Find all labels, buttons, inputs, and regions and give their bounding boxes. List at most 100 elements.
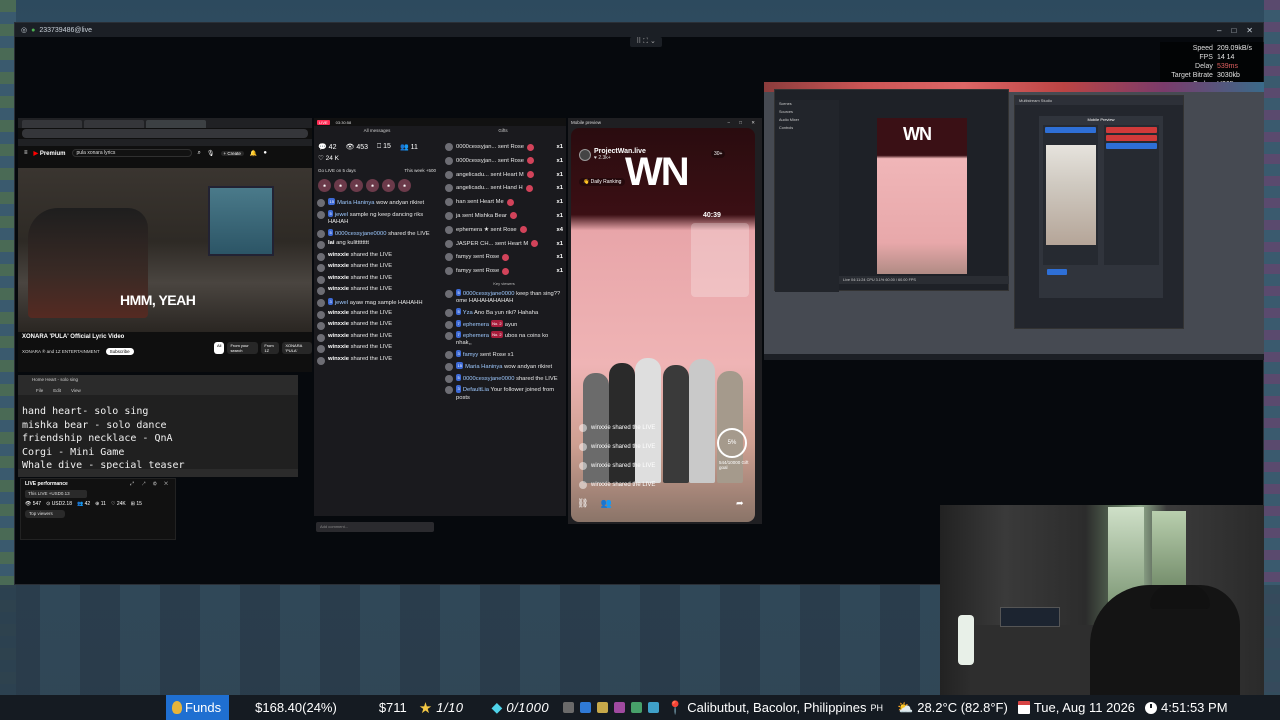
gift-event[interactable]: ephemera ★ sent Rose x4	[445, 225, 563, 234]
browser-tab-active[interactable]	[146, 120, 206, 128]
chip-from-search[interactable]: From your search	[227, 342, 259, 354]
chat-username[interactable]: ephemera	[463, 333, 489, 339]
chat-username[interactable]: 0000cessyjane0000	[463, 376, 515, 382]
chat-username[interactable]: jewel	[335, 212, 348, 218]
chat-username[interactable]: winxxie	[328, 333, 349, 339]
gifts-header[interactable]: Gifts	[440, 128, 566, 133]
tray-icon[interactable]	[580, 702, 592, 713]
action-button[interactable]	[1106, 127, 1157, 133]
chat-message[interactable]: 5 0000cessyjane0000 shared the LIVE	[445, 373, 563, 383]
gift-icon[interactable]: ❀	[382, 179, 395, 192]
chat-message[interactable]: 3 famyy sent Rose x1	[445, 350, 563, 360]
chat-username[interactable]: winxxie	[328, 286, 349, 292]
chat-message[interactable]: winxxie shared the LIVE	[317, 310, 437, 319]
chat-message[interactable]: winxxie shared the LIVE	[317, 333, 437, 342]
chat-username[interactable]: Maria Haninya	[465, 364, 502, 370]
chat-username[interactable]: winxxie	[328, 321, 349, 327]
obs-sidebar-item[interactable]: Controls	[775, 124, 839, 132]
obs-sidebar-item[interactable]: Scenes	[775, 100, 839, 108]
chat-message[interactable]: 3 DefaultLia Your follower joined from p…	[445, 385, 563, 401]
chat-message[interactable]: 15 Maria Haninya wow andyan rikiret	[317, 198, 437, 207]
avatar[interactable]: ●	[263, 150, 267, 156]
menu-file[interactable]: File	[36, 388, 43, 393]
browser-tab[interactable]	[84, 120, 144, 128]
browser-tab[interactable]	[22, 120, 82, 128]
minimize-button[interactable]: –	[1217, 26, 1221, 35]
tray-icon[interactable]	[614, 702, 626, 713]
viewer-count-badge[interactable]: 30+	[711, 150, 726, 158]
remote-toolbar[interactable]: ⠿ ⛶ ⌄	[630, 37, 662, 47]
menu-view[interactable]: View	[71, 388, 81, 393]
link-icon[interactable]: ⛓	[577, 498, 588, 509]
chat-username[interactable]: famyy	[463, 352, 478, 358]
close-button[interactable]: ✕	[1246, 26, 1253, 35]
chat-message[interactable]: winxxie shared the LIVE	[317, 286, 437, 296]
share-icon[interactable]: ➦	[736, 498, 744, 509]
chat-message[interactable]: 5 jewel sample ng keep dancing riks HAHA…	[317, 209, 437, 226]
action-button[interactable]	[1106, 135, 1157, 141]
obs-sidebar-item[interactable]: Sources	[775, 108, 839, 116]
chat-message[interactable]: 5 0000cessyjane0000 keep than sing?? ome…	[445, 288, 563, 305]
chat-username[interactable]: winxxie	[328, 356, 349, 362]
chat-username[interactable]: jewel	[335, 300, 348, 306]
chat-message[interactable]: 3 jewel ayaw mag sample HAHAHH	[317, 297, 437, 307]
top-viewers-tab[interactable]: Top viewers	[25, 510, 65, 518]
youtube-logo[interactable]: ▶ Premium	[34, 150, 66, 157]
daily-ranking-badge[interactable]: 👋 Daily Ranking	[579, 178, 626, 186]
tray-icon[interactable]	[631, 702, 643, 713]
gift-event[interactable]: famyy sent Rose x1	[445, 267, 563, 276]
channel-name[interactable]: XONARA ® and 1Z ENTERTAINMENT	[22, 349, 100, 354]
gift-event[interactable]: 0000cessyjan... sent Rose x1	[445, 143, 563, 151]
tray-icon[interactable]	[597, 702, 609, 713]
panel-controls[interactable]: ⤢ ↗ ⚙ ✕	[130, 479, 175, 489]
chat-username[interactable]: winxxie	[328, 310, 349, 316]
chat-message[interactable]: 5 0000cessyjane0000 shared the LIVE	[317, 228, 437, 238]
action-button[interactable]	[1045, 127, 1096, 133]
notepad-text-area[interactable]: hand heart- solo sing mishka bear - solo…	[18, 395, 298, 473]
gift-event[interactable]: angelicadu... sent Hand H x1	[445, 184, 563, 193]
youtube-search-input[interactable]: pula xonara lyrics	[71, 149, 192, 157]
subscribe-button[interactable]: Subscribe	[105, 348, 134, 355]
chip-from-channel[interactable]: From 1Z	[261, 342, 280, 354]
youtube-video-player[interactable]: HMM, YEAH	[18, 168, 312, 332]
action-button[interactable]	[1106, 143, 1157, 149]
mic-icon[interactable]: 🎙	[207, 150, 215, 157]
chip-related[interactable]: XONARA 'PULA'	[282, 342, 312, 354]
chat-username[interactable]: winxxie	[328, 275, 349, 281]
obs-preview-canvas[interactable]: WN	[877, 118, 967, 274]
mobile-preview-controls[interactable]: – □ ✕	[728, 118, 763, 127]
maximize-button[interactable]: □	[1231, 26, 1236, 35]
chat-username[interactable]: Yza	[463, 310, 473, 316]
chat-message[interactable]: winxxie shared the LIVE	[317, 275, 437, 284]
chat-message[interactable]: 5 Yza Ano Ba yun riki? Hahaha	[445, 307, 563, 317]
chat-username[interactable]: winxxie	[328, 252, 349, 258]
gift-icon[interactable]: ❀	[318, 179, 331, 192]
notifications-icon[interactable]: 🔔	[250, 150, 257, 157]
gift-icon[interactable]: ❀	[398, 179, 411, 192]
gift-event[interactable]: ja sent Mishka Bear x1	[445, 211, 563, 220]
gift-event[interactable]: han sent Heart Me x1	[445, 198, 563, 207]
obs-sidebar-item[interactable]: Audio Mixer	[775, 116, 839, 124]
chat-message[interactable]: 7 ephemera No. 2 ubos na coins ko nhak,,	[445, 331, 563, 347]
guests-icon[interactable]: 👥	[600, 498, 611, 509]
chat-username[interactable]: winxxie	[328, 344, 349, 350]
search-icon[interactable]: ⌕	[198, 150, 201, 157]
chat-username[interactable]: 0000cessyjane0000	[463, 291, 515, 297]
chat-username[interactable]: DefaultLia	[463, 387, 489, 393]
chat-username[interactable]: winxxie	[328, 263, 349, 269]
gift-icon[interactable]: ❀	[366, 179, 379, 192]
gift-icon[interactable]: ❀	[334, 179, 347, 192]
chat-message[interactable]: winxxie shared the LIVE	[317, 263, 437, 273]
period-selector[interactable]: This LIVE +USD0.13	[25, 490, 87, 498]
all-messages-header[interactable]: All messages	[314, 128, 440, 133]
chat-message[interactable]: winxxie shared the LIVE	[317, 252, 437, 261]
gift-event[interactable]: famyy sent Rose x1	[445, 253, 563, 262]
comment-input[interactable]: Add comment...	[316, 522, 434, 532]
chat-message[interactable]: lai ang kulitttttttt	[317, 240, 437, 250]
chat-username[interactable]: 0000cessyjane0000	[335, 231, 387, 237]
gift-event[interactable]: 0000cessyjan... sent Rose x1	[445, 156, 563, 165]
gift-icon[interactable]: ❀	[350, 179, 363, 192]
menu-edit[interactable]: Edit	[53, 388, 61, 393]
gift-goal-ring[interactable]: 5%	[717, 428, 747, 458]
chat-message[interactable]: winxxie shared the LIVE	[317, 356, 437, 365]
